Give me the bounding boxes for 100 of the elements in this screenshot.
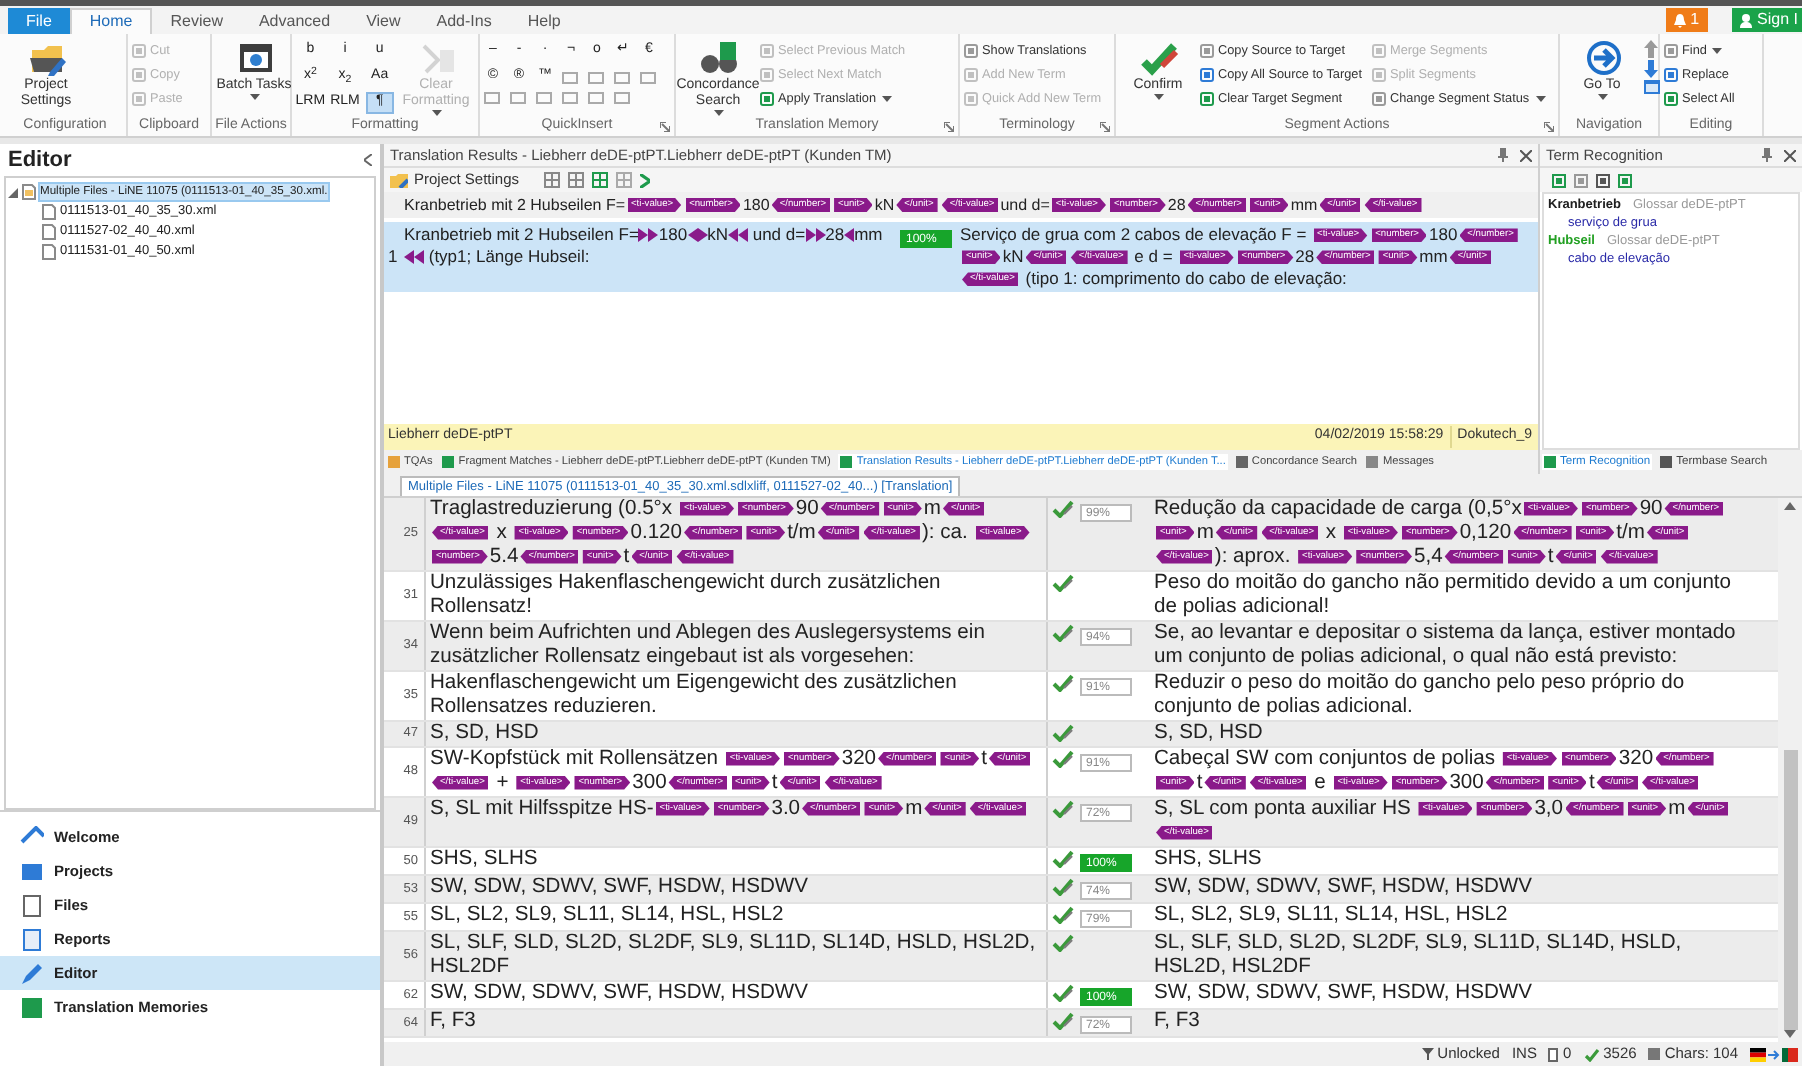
- segment-text: und d=: [750, 224, 806, 244]
- segment-text: SL, SL2, SL9, SL11, SL14, HSL, HSL2: [430, 904, 784, 926]
- pin-icon[interactable]: [1498, 148, 1508, 162]
- grid-icon[interactable]: [543, 172, 560, 188]
- segment-text: S, SL mit Hilfsspitze HS-: [430, 798, 654, 820]
- segment-text: Reduzir o peso do moitão do gancho pelo peso próprio do conjunto de polias adicional.: [1154, 672, 1685, 718]
- ribbon-tab[interactable]: Help: [509, 8, 579, 34]
- segment-text: 180: [1428, 224, 1458, 244]
- segment-text: Wenn beim Aufrichten und Ablegen des Auslegersystems ein zusätzlicher Rollensatz eingebaut ist als vorgesehen:: [430, 622, 985, 668]
- segment-text: mm: [1419, 246, 1448, 266]
- segment-text: 28: [825, 224, 845, 244]
- launcher-icon[interactable]: [944, 121, 954, 131]
- segment-text: 3,0: [1534, 798, 1564, 820]
- segment-text: kN: [1002, 246, 1024, 266]
- close-icon[interactable]: [1520, 149, 1532, 161]
- segment-text: SW, SDW, SDWV, SWF, HSDW, HSDWV: [430, 876, 808, 898]
- grid-icon[interactable]: [567, 172, 584, 188]
- confirmed-icon: [1052, 574, 1074, 592]
- segment-text: t/m: [1616, 522, 1645, 544]
- scroll-thumb[interactable]: [1783, 750, 1797, 1030]
- panel-icon: [1235, 455, 1248, 468]
- panel-icon: [388, 455, 400, 468]
- segment-text: 180: [658, 224, 688, 244]
- segment-text: 5,4: [1414, 546, 1443, 568]
- segment-text: Unzulässiges Hakenflaschengewicht durch zusätzlichen Rollensatz!: [430, 572, 941, 618]
- confirmed-icon: [1052, 984, 1074, 1002]
- window-icon[interactable]: [1644, 80, 1660, 94]
- panel-icon: [1544, 456, 1556, 468]
- folder-pen-icon: [25, 40, 67, 76]
- segment-text: SW-Kopfstück mit Rollensätzen: [430, 748, 721, 770]
- result-row[interactable]: [384, 222, 1538, 292]
- segment-text: F, F3: [1154, 1010, 1200, 1032]
- chevron-right-icon[interactable]: [639, 173, 650, 187]
- ribbon-tab[interactable]: File: [8, 8, 70, 34]
- grid-icon[interactable]: [591, 172, 608, 188]
- launcher-icon[interactable]: [660, 121, 670, 131]
- segment-text: 180: [742, 193, 770, 217]
- flags-icon: [1750, 1047, 1798, 1061]
- ribbon-tab[interactable]: Advanced: [240, 8, 349, 34]
- segment-text: SL, SL2, SL9, SL11, SL14, HSL, HSL2: [1154, 904, 1508, 926]
- segment-text: t: [981, 748, 987, 770]
- scroll-up-icon[interactable]: [1784, 502, 1796, 510]
- segment-text: e d =: [1132, 246, 1175, 266]
- ribbon-tab[interactable]: Home: [69, 8, 153, 34]
- segment-text: (typ1; Länge Hubseil:: [426, 246, 590, 266]
- confirmed-icon: [1052, 800, 1074, 818]
- segment-text: SW, SDW, SDWV, SWF, HSDW, HSDWV: [1154, 876, 1532, 898]
- segment-text: Peso do moitão do gancho não permitido devido a um conjunto de polias adicional!: [1154, 572, 1732, 618]
- confirmed-icon: [1052, 624, 1074, 642]
- segment-text: F, F3: [430, 1010, 476, 1032]
- segment-text: Hakenflaschengewicht um Eigengewicht des zusätzlichen Rollensatzes reduzieren.: [430, 672, 957, 718]
- scrollbar[interactable]: [1778, 498, 1802, 1042]
- bell-icon: [1674, 13, 1687, 27]
- segment-text: 28: [1167, 193, 1186, 217]
- close-icon[interactable]: [1784, 149, 1796, 161]
- segment-text: SW, SDW, SDWV, SWF, HSDW, HSDWV: [1154, 982, 1532, 1004]
- segment-text: SW, SDW, SDWV, SWF, HSDW, HSDWV: [430, 982, 808, 1004]
- segment-text: 90: [795, 498, 819, 520]
- confirmed-icon: [1052, 500, 1074, 518]
- segment-text: x: [1323, 522, 1339, 544]
- segment-text: 320: [841, 748, 877, 770]
- segment-text: ): aprox.: [1214, 546, 1293, 568]
- panel-icon: [442, 455, 455, 468]
- up-arrow-icon[interactable]: [1644, 40, 1658, 58]
- checkmark-pen-icon: [1137, 40, 1179, 76]
- document-icon: [20, 893, 44, 917]
- segment-text: (tipo 1: comprimento do cabo de elevação:: [1023, 268, 1347, 288]
- segment-text: Se, ao levantar e depositar o sistema da lança, estiver montado um conjunto de polias adicional, o qual não está previsto:: [1154, 622, 1736, 668]
- segment-text: t/m: [787, 522, 816, 544]
- segment-text: +: [494, 772, 511, 794]
- segment-text: SL, SLF, SLD, SL2D, SL2DF, SL9, SL11D, SL14D, HSLD, HSL2D, HSL2DF: [1154, 932, 1682, 978]
- segment-text: S, SD, HSD: [1154, 722, 1263, 744]
- segment-text: und d=: [1000, 193, 1050, 217]
- down-arrow-icon[interactable]: [1644, 60, 1658, 78]
- segment-text: 0,120: [1459, 522, 1512, 544]
- ribbon-tab[interactable]: Add-Ins: [418, 8, 510, 34]
- confirmed-icon: [1052, 674, 1074, 692]
- collapse-icon[interactable]: [364, 154, 372, 166]
- expander-icon[interactable]: [8, 187, 18, 197]
- segment-text: Redução da capacidade de carga (0,5°x: [1154, 498, 1522, 520]
- ribbon-tab[interactable]: Review: [152, 8, 241, 34]
- segment-number: 1: [388, 246, 398, 268]
- ribbon-tab[interactable]: View: [348, 8, 419, 34]
- grid-icon[interactable]: [615, 172, 632, 188]
- segment-text: mm: [1290, 193, 1318, 217]
- confirmed-icon: [1052, 724, 1074, 742]
- segment-text: 90: [1639, 498, 1663, 520]
- segment-text: SHS, SLHS: [1154, 848, 1262, 870]
- launcher-icon[interactable]: [1544, 121, 1554, 131]
- segment-text: 320: [1618, 748, 1654, 770]
- segment-text: kN: [874, 193, 895, 217]
- segment-text: t: [1196, 772, 1203, 794]
- segment-text: S, SL com ponta auxiliar HS: [1154, 798, 1413, 820]
- launcher-icon[interactable]: [1100, 121, 1110, 131]
- confirmed-icon: [1052, 934, 1074, 952]
- panel-icon: [1660, 456, 1673, 468]
- pin-icon[interactable]: [1762, 148, 1772, 162]
- document-icon: [1548, 1047, 1559, 1061]
- segment-text: 300: [632, 772, 667, 794]
- confirmed-icon: [1052, 1012, 1074, 1030]
